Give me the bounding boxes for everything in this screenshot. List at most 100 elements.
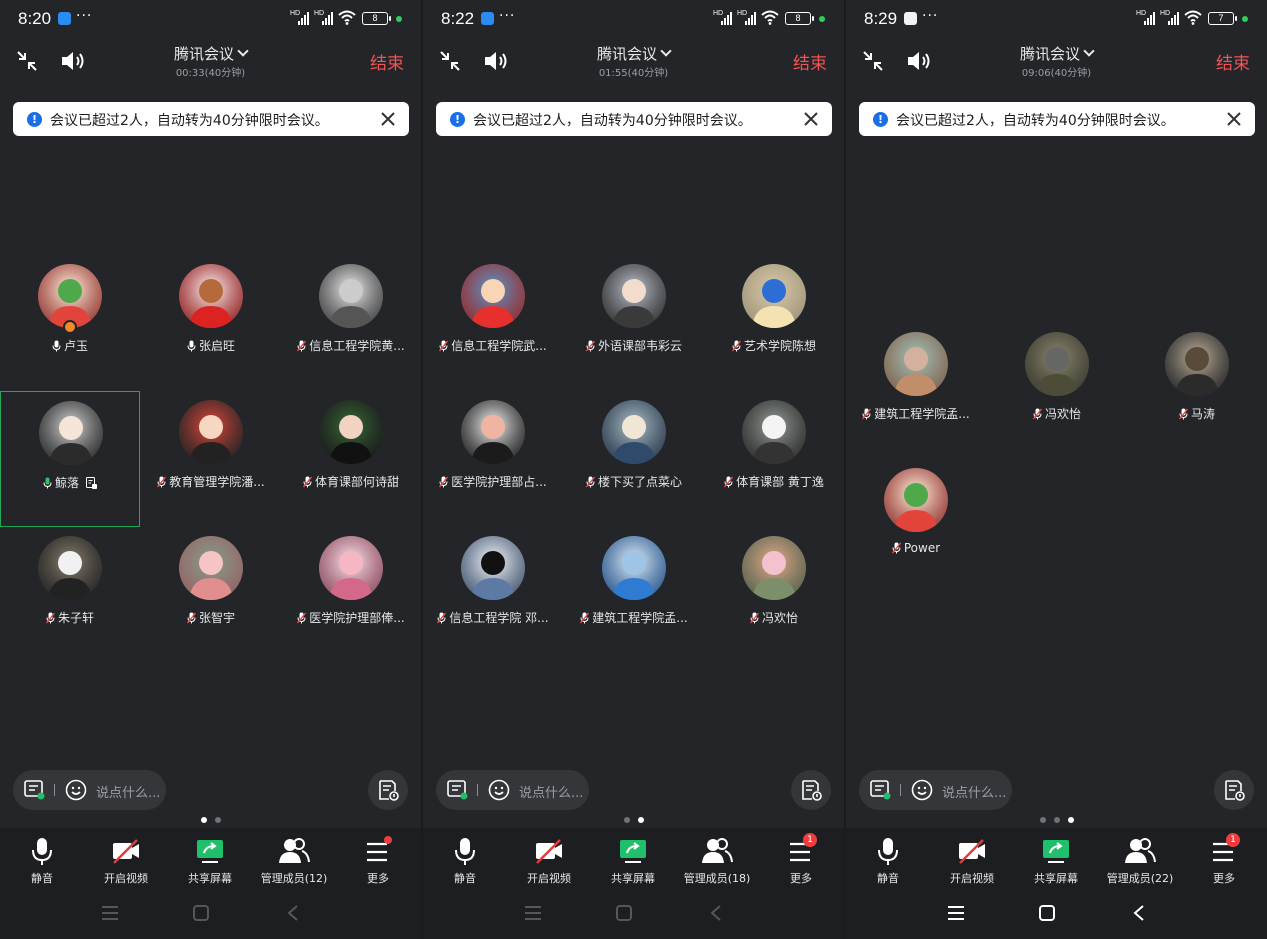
meeting-notes-button[interactable]	[1214, 770, 1254, 810]
participant-tile[interactable]: 建筑工程学院孟...	[846, 323, 986, 459]
meeting-title[interactable]: 腾讯会议	[0, 43, 421, 64]
meeting-title[interactable]: 腾讯会议	[846, 43, 1267, 64]
more-icon-wrap	[362, 836, 394, 866]
chat-icon[interactable]	[24, 780, 46, 800]
share-screen-icon	[1043, 840, 1069, 863]
participant-name-row: 体育课部 黄丁逸	[704, 473, 844, 490]
chat-input-bar[interactable]: 说点什么...	[13, 770, 166, 810]
participant-tile[interactable]: 冯欢怡	[704, 527, 844, 663]
emoji-icon[interactable]	[911, 779, 933, 801]
participant-name-row: 医学院护理部占...	[423, 473, 563, 490]
participant-tile[interactable]: 鲸落	[0, 391, 140, 527]
limit-notice-banner: ! 会议已超过2人，自动转为40分钟限时会议。	[436, 102, 832, 136]
members-label: 管理成员(12)	[260, 872, 328, 885]
participant-avatar	[319, 536, 383, 600]
chat-icon[interactable]	[447, 780, 469, 800]
video-button[interactable]: 开启视频	[930, 836, 1014, 886]
more-icon-wrap: 1	[785, 833, 817, 866]
mic-icon	[52, 340, 61, 351]
participant-tile[interactable]: Power	[846, 459, 986, 595]
participant-name-row: 教育管理学院潘...	[141, 473, 281, 490]
participant-name: 冯欢怡	[1044, 407, 1081, 421]
participant-tile[interactable]: 体育课部何诗甜	[281, 391, 421, 527]
video-button[interactable]: 开启视频	[507, 836, 591, 886]
participant-tile[interactable]: 马涛	[1127, 323, 1267, 459]
divider	[477, 784, 478, 796]
participant-tile[interactable]: 艺术学院陈想	[704, 255, 844, 391]
more-badge: 1	[1226, 833, 1240, 847]
participant-tile[interactable]: 信息工程学院武...	[423, 255, 563, 391]
nav-menu-icon[interactable]	[524, 905, 542, 921]
end-meeting-button[interactable]: 结束	[1216, 49, 1250, 74]
meeting-notes-button[interactable]	[791, 770, 831, 810]
participant-tile[interactable]: 朱子轩	[0, 527, 140, 663]
more-button[interactable]: 更多	[336, 836, 420, 886]
nav-menu-icon[interactable]	[101, 905, 119, 921]
participant-name-row: 朱子轩	[0, 609, 140, 626]
end-meeting-button[interactable]: 结束	[370, 49, 404, 74]
more-button[interactable]: 1 更多	[1182, 833, 1266, 886]
divider	[900, 784, 901, 796]
emoji-icon[interactable]	[488, 779, 510, 801]
meeting-header: 腾讯会议 01:55(40分钟) 结束	[423, 38, 844, 84]
close-icon[interactable]	[803, 111, 819, 127]
participant-avatar	[602, 536, 666, 600]
participant-name: 医学院护理部占...	[451, 475, 547, 489]
camera-off-icon	[113, 839, 139, 864]
participant-tile[interactable]: 张智宇	[141, 527, 281, 663]
info-icon: !	[27, 112, 42, 127]
participant-tile[interactable]: 信息工程学院 邓...	[423, 527, 563, 663]
end-meeting-button[interactable]: 结束	[793, 49, 827, 74]
close-icon[interactable]	[1226, 111, 1242, 127]
participant-tile[interactable]: 冯欢怡	[987, 323, 1127, 459]
participant-name-row: 冯欢怡	[704, 609, 844, 626]
meeting-title[interactable]: 腾讯会议	[423, 43, 844, 64]
emoji-icon[interactable]	[65, 779, 87, 801]
participant-tile[interactable]: 卢玉	[0, 255, 140, 391]
mute-button[interactable]: 静音	[0, 836, 84, 886]
participant-avatar	[884, 468, 948, 532]
participant-tile[interactable]: 建筑工程学院孟...	[564, 527, 704, 663]
participant-name-row: Power	[846, 541, 986, 555]
participant-tile[interactable]: 教育管理学院潘...	[141, 391, 281, 527]
status-bar: 8:29 ··· HD HD 7	[846, 0, 1267, 38]
participant-tile[interactable]: 张启旺	[141, 255, 281, 391]
page-dot	[637, 817, 644, 823]
nav-back-icon[interactable]	[287, 905, 299, 921]
share-screen-button[interactable]: 共享屏幕	[168, 836, 252, 886]
nav-back-icon[interactable]	[710, 905, 722, 921]
chat-input-bar[interactable]: 说点什么...	[436, 770, 589, 810]
manage-members-button[interactable]: 管理成员(18)	[675, 836, 759, 886]
participant-tile[interactable]: 楼下买了点菜心	[564, 391, 704, 527]
nav-home-icon[interactable]	[1039, 905, 1055, 921]
mute-label: 静音	[877, 872, 899, 885]
nav-menu-icon[interactable]	[947, 905, 965, 921]
nav-home-icon[interactable]	[616, 905, 632, 921]
meeting-notes-button[interactable]	[368, 770, 408, 810]
chevron-down-icon	[237, 45, 249, 57]
close-icon[interactable]	[380, 111, 396, 127]
chat-icon[interactable]	[870, 780, 892, 800]
share-screen-button[interactable]: 共享屏幕	[591, 836, 675, 886]
mute-button[interactable]: 静音	[846, 836, 930, 886]
nav-home-icon[interactable]	[193, 905, 209, 921]
manage-members-button[interactable]: 管理成员(22)	[1098, 836, 1182, 886]
share-screen-button[interactable]: 共享屏幕	[1014, 836, 1098, 886]
participant-tile[interactable]: 医学院护理部占...	[423, 391, 563, 527]
participant-tile[interactable]: 外语课部韦彩云	[564, 255, 704, 391]
manage-members-button[interactable]: 管理成员(12)	[252, 836, 336, 886]
nav-back-icon[interactable]	[1133, 905, 1145, 921]
page-dot	[214, 817, 221, 823]
mute-button[interactable]: 静音	[423, 836, 507, 886]
mic-muted-icon	[439, 476, 449, 487]
more-button[interactable]: 1 更多	[759, 833, 843, 886]
video-button[interactable]: 开启视频	[84, 836, 168, 886]
mic-icon	[32, 838, 52, 865]
participant-tile[interactable]: 信息工程学院黄...	[281, 255, 421, 391]
participant-avatar	[38, 264, 102, 328]
participant-tile[interactable]: 体育课部 黄丁逸	[704, 391, 844, 527]
participant-name: 卢玉	[63, 339, 88, 353]
meeting-title-text: 腾讯会议	[1019, 45, 1080, 63]
chat-input-bar[interactable]: 说点什么...	[859, 770, 1012, 810]
participant-tile[interactable]: 医学院护理部俸...	[281, 527, 421, 663]
